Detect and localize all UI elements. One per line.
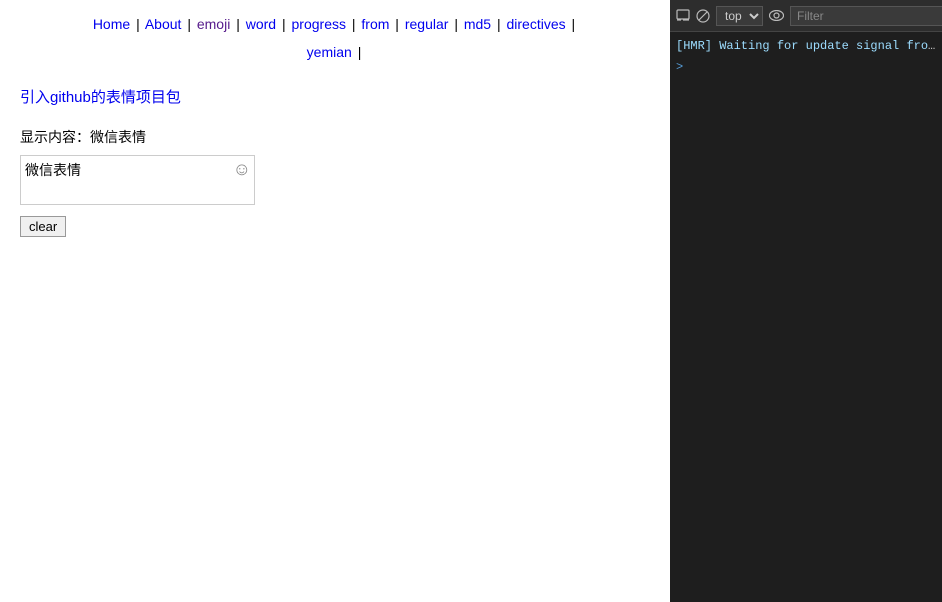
- devtools-panel: top [HMR] Waiting for update signal from…: [670, 0, 942, 602]
- nav-regular[interactable]: regular: [405, 16, 449, 32]
- nav-home[interactable]: Home: [93, 16, 130, 32]
- inspect-icon[interactable]: [676, 7, 690, 25]
- devtools-toolbar: top: [670, 0, 942, 32]
- emoji-textarea[interactable]: [20, 155, 255, 205]
- context-select[interactable]: top: [716, 6, 763, 26]
- sep-6: |: [395, 16, 399, 32]
- nav-word[interactable]: word: [246, 16, 276, 32]
- console-prompt: >: [676, 59, 936, 76]
- sep-2: |: [187, 16, 191, 32]
- nav-progress[interactable]: progress: [292, 16, 346, 32]
- devtools-console: [HMR] Waiting for update signal from W >: [670, 32, 942, 602]
- sep-3: |: [236, 16, 240, 32]
- nav-emoji[interactable]: emoji: [197, 16, 230, 32]
- emoji-picker-button[interactable]: ☺: [233, 159, 251, 180]
- noscript-icon[interactable]: [696, 7, 710, 25]
- sep-1: |: [136, 16, 140, 32]
- sep-8: |: [497, 16, 501, 32]
- github-link[interactable]: 引入github的表情项目包: [20, 86, 650, 107]
- sep-4: |: [282, 16, 286, 32]
- display-label: 显示内容：微信表情: [20, 127, 650, 147]
- main-panel: Home | About | emoji | word | progress |…: [0, 0, 670, 602]
- console-hmr-text: [HMR] Waiting for update signal from W: [676, 39, 936, 53]
- clear-button[interactable]: clear: [20, 216, 66, 237]
- nav-from[interactable]: from: [361, 16, 389, 32]
- content-area: 引入github的表情项目包 显示内容：微信表情 ☺ clear: [20, 76, 650, 247]
- textarea-wrapper: ☺: [20, 155, 255, 208]
- console-line-1: [HMR] Waiting for update signal from W: [676, 38, 936, 55]
- nav: Home | About | emoji | word | progress |…: [20, 10, 650, 66]
- nav-about[interactable]: About: [145, 16, 182, 32]
- eye-icon[interactable]: [769, 7, 784, 25]
- nav-directives[interactable]: directives: [507, 16, 566, 32]
- nav-yemian[interactable]: yemian: [307, 44, 352, 60]
- nav-md5[interactable]: md5: [464, 16, 491, 32]
- console-filter-input[interactable]: [790, 6, 942, 26]
- sep-10: |: [358, 44, 362, 60]
- sep-7: |: [454, 16, 458, 32]
- sep-9: |: [572, 16, 576, 32]
- sep-5: |: [352, 16, 356, 32]
